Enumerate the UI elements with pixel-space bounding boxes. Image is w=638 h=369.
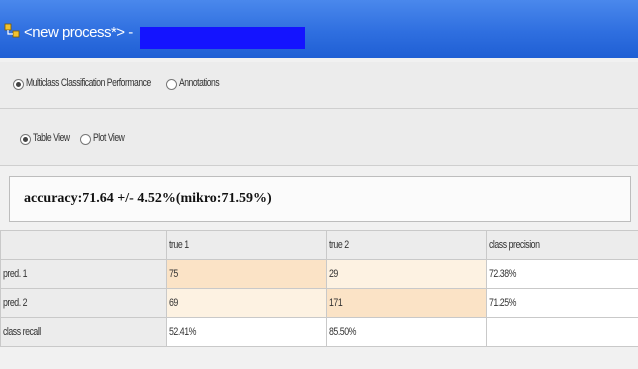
row-label-pred-2: pred. 2 xyxy=(0,288,167,318)
window-titlebar: <new process*> - xyxy=(0,0,638,58)
radio-plot-view[interactable] xyxy=(80,134,91,145)
radio-label-annotations[interactable]: Annotations xyxy=(179,77,220,89)
table-cell: 69 xyxy=(166,288,327,318)
radio-annotations[interactable] xyxy=(166,79,177,90)
accuracy-panel: accuracy:71.64 +/- 4.52%(mikro:71.59%) xyxy=(9,176,631,222)
result-view-selector: Multiclass Classification Performance An… xyxy=(0,62,638,151)
header-cell-true-1: true 1 xyxy=(166,230,327,260)
table-cell: 72.38% xyxy=(486,259,638,289)
table-cell: 75 xyxy=(166,259,327,289)
window-title: <new process*> - xyxy=(24,24,133,41)
radio-table-view[interactable] xyxy=(20,134,31,145)
radio-label-table-view[interactable]: Table View xyxy=(33,132,70,144)
process-icon xyxy=(4,23,20,38)
row-label-pred-1: pred. 1 xyxy=(0,259,167,289)
table-cell: 29 xyxy=(326,259,487,289)
radio-label-multiclass-performance[interactable]: Multiclass Classification Performance xyxy=(26,77,151,89)
table-row: class recall 52.41% 85.50% xyxy=(0,317,638,347)
row-label-class-recall: class recall xyxy=(0,317,167,347)
display-mode-selector: Table View Plot View xyxy=(0,109,638,166)
header-cell-class-precision: class precision xyxy=(486,230,638,260)
table-row: pred. 1 75 29 72.38% xyxy=(0,259,638,289)
radio-multiclass-performance[interactable] xyxy=(13,79,24,90)
confusion-matrix-table: true 1 true 2 class precision pred. 1 75… xyxy=(0,230,638,347)
table-row: pred. 2 69 171 71.25% xyxy=(0,288,638,318)
radio-label-plot-view[interactable]: Plot View xyxy=(93,132,125,144)
table-cell: 71.25% xyxy=(486,288,638,318)
table-cell xyxy=(486,317,638,347)
header-cell-true-2: true 2 xyxy=(326,230,487,260)
table-cell: 171 xyxy=(326,288,487,318)
table-header-row: true 1 true 2 class precision xyxy=(0,230,638,260)
accuracy-text: accuracy:71.64 +/- 4.52%(mikro:71.59%) xyxy=(24,191,272,206)
table-cell: 52.41% xyxy=(166,317,327,347)
table-cell: 85.50% xyxy=(326,317,487,347)
header-cell-corner xyxy=(0,230,167,260)
title-selection-highlight xyxy=(140,27,305,49)
